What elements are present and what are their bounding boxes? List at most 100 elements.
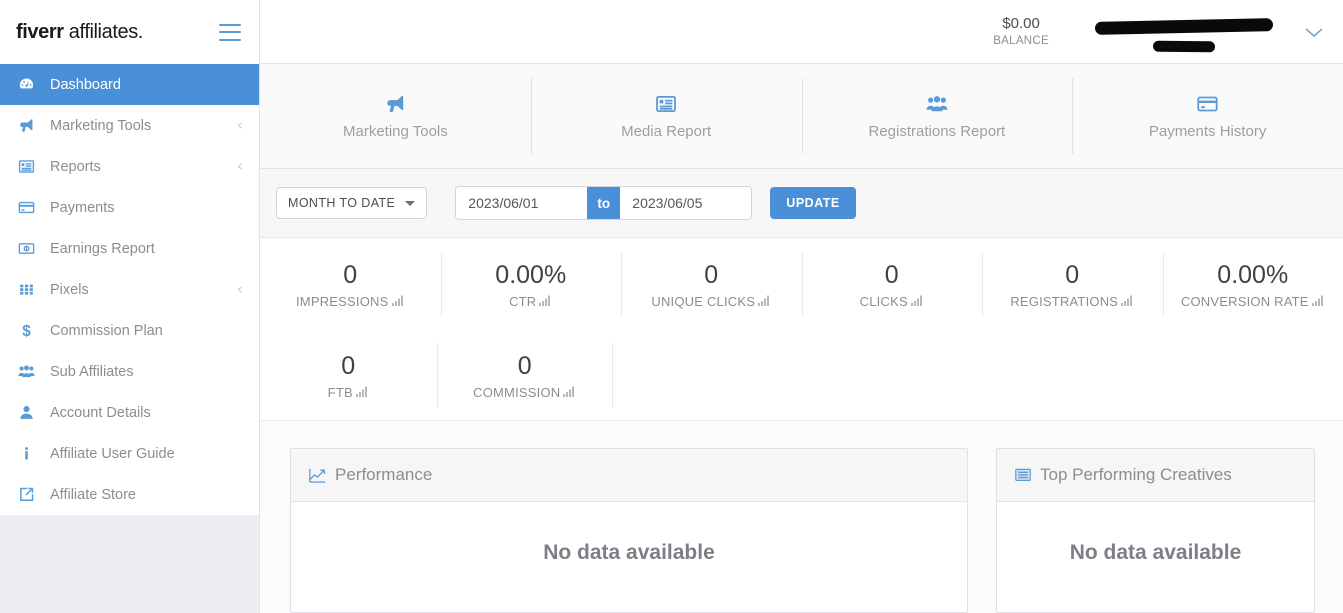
- hamburger-bar: [219, 31, 241, 33]
- kpi-unique-clicks[interactable]: 0 UNIQUE CLICKS: [621, 238, 802, 329]
- sidebar-item-marketing-tools[interactable]: Marketing Tools ‹: [0, 105, 259, 146]
- external-link-icon: [18, 486, 44, 503]
- sidebar-item-sub-affiliates[interactable]: Sub Affiliates: [0, 351, 259, 392]
- sidebar-item-label: Earnings Report: [50, 240, 155, 257]
- megaphone-icon: [18, 117, 44, 134]
- bar-chart-icon[interactable]: [355, 385, 369, 400]
- sidebar-item-label: Marketing Tools: [50, 117, 152, 134]
- report-list-icon: [654, 93, 678, 115]
- app-root: fiverr affiliates. Dashboard Marketing T…: [0, 0, 1343, 613]
- chevron-down-icon: [405, 200, 416, 206]
- balance-amount: $0.00: [1002, 15, 1040, 32]
- performance-panel-header: Performance: [291, 449, 967, 502]
- kpi-section: 0 IMPRESSIONS 0.00% CTR 0 UNIQUE CLICKS …: [260, 238, 1343, 420]
- megaphone-icon: [383, 93, 408, 115]
- bar-chart-icon[interactable]: [563, 385, 576, 400]
- tab-registrations-report[interactable]: Registrations Report: [801, 64, 1073, 168]
- chevron-left-icon: ‹: [237, 280, 243, 298]
- bar-chart-icon[interactable]: [1311, 294, 1325, 309]
- performance-panel-title: Performance: [335, 465, 433, 484]
- date-to-separator-label: to: [587, 187, 621, 219]
- dashboard-panels: Performance No data available Top Perfor…: [260, 420, 1343, 613]
- sidebar-item-label: Payments: [50, 199, 115, 216]
- sidebar-item-commission-plan[interactable]: $ Commission Plan: [0, 310, 259, 351]
- hamburger-bar: [219, 38, 241, 41]
- kpi-value: 0: [517, 352, 532, 380]
- sidebar-item-reports[interactable]: Reports ‹: [0, 146, 259, 187]
- kpi-label-text: FTB: [327, 385, 353, 400]
- redacted-account-name: [1094, 17, 1274, 35]
- range-preset-select[interactable]: MONTH TO DATE: [276, 187, 428, 219]
- sidebar-item-label: Sub Affiliates: [50, 363, 134, 380]
- sidebar-filler: [0, 515, 259, 613]
- tab-marketing-tools[interactable]: Marketing Tools: [260, 64, 531, 168]
- date-from-input[interactable]: [456, 187, 588, 219]
- top-bar: $0.00 BALANCE: [260, 0, 1343, 64]
- sidebar-item-pixels[interactable]: Pixels ‹: [0, 269, 259, 310]
- tab-label: Marketing Tools: [342, 122, 448, 140]
- tab-payments-history[interactable]: Payments History: [1072, 64, 1343, 168]
- kpi-ftb[interactable]: 0 FTB: [260, 329, 437, 420]
- user-icon: [18, 404, 44, 421]
- performance-panel-body: No data available: [291, 502, 967, 612]
- range-preset-value: MONTH TO DATE: [288, 196, 396, 210]
- kpi-row-primary: 0 IMPRESSIONS 0.00% CTR 0 UNIQUE CLICKS …: [260, 238, 1343, 329]
- account-menu[interactable]: [1094, 8, 1295, 56]
- performance-panel: Performance No data available: [290, 448, 968, 613]
- kpi-value: 0: [343, 261, 358, 289]
- sidebar-item-dashboard[interactable]: Dashboard: [0, 64, 259, 105]
- sidebar-item-account-details[interactable]: Account Details: [0, 392, 259, 433]
- top-creatives-panel-header: Top Performing Creatives: [997, 449, 1314, 502]
- kpi-registrations[interactable]: 0 REGISTRATIONS: [982, 238, 1163, 329]
- report-list-icon: [18, 158, 44, 175]
- kpi-label: CTR: [509, 294, 552, 309]
- kpi-label-text: CTR: [509, 294, 537, 309]
- bar-chart-icon[interactable]: [758, 294, 771, 309]
- kpi-clicks[interactable]: 0 CLICKS: [801, 238, 983, 329]
- redacted-account-id: [1152, 40, 1216, 52]
- quick-nav-tabs: Marketing Tools Media Report Registratio…: [260, 64, 1343, 169]
- sidebar-item-label: Affiliate User Guide: [50, 445, 175, 462]
- date-to-input[interactable]: [620, 187, 752, 219]
- kpi-label-text: CONVERSION RATE: [1180, 294, 1309, 309]
- kpi-conversion-rate[interactable]: 0.00% CONVERSION RATE: [1162, 238, 1343, 329]
- update-button[interactable]: UPDATE: [770, 187, 856, 219]
- kpi-impressions[interactable]: 0 IMPRESSIONS: [260, 238, 441, 329]
- chevron-left-icon: ‹: [237, 116, 243, 134]
- users-group-icon: [924, 93, 950, 115]
- bar-chart-icon[interactable]: [391, 294, 405, 309]
- tab-media-report[interactable]: Media Report: [530, 64, 802, 168]
- grid-dots-icon: [18, 281, 44, 298]
- sidebar: fiverr affiliates. Dashboard Marketing T…: [0, 0, 260, 613]
- top-creatives-panel-body: No data available: [997, 502, 1314, 612]
- tab-label: Media Report: [621, 122, 712, 140]
- balance-widget[interactable]: $0.00 BALANCE: [993, 14, 1049, 49]
- logo-bold-part: fiverr: [16, 20, 64, 43]
- kpi-label-text: UNIQUE CLICKS: [651, 294, 756, 309]
- sidebar-item-label: Dashboard: [50, 76, 121, 93]
- kpi-ctr[interactable]: 0.00% CTR: [440, 238, 622, 329]
- logo-fiverr-affiliates[interactable]: fiverr affiliates.: [16, 21, 143, 44]
- sidebar-nav: Dashboard Marketing Tools ‹ Reports ‹ Pa…: [0, 64, 259, 515]
- kpi-value: 0.00%: [495, 261, 567, 289]
- bar-chart-icon[interactable]: [539, 294, 552, 309]
- kpi-value: 0: [704, 261, 719, 289]
- date-filter-bar: MONTH TO DATE to UPDATE: [260, 169, 1343, 238]
- chevron-left-icon: ‹: [237, 157, 243, 175]
- top-creatives-panel: Top Performing Creatives No data availab…: [996, 448, 1315, 613]
- kpi-label: CONVERSION RATE: [1181, 294, 1325, 309]
- hamburger-menu-icon[interactable]: [219, 23, 241, 41]
- sidebar-item-affiliate-store[interactable]: Affiliate Store: [0, 474, 259, 515]
- balance-caption: BALANCE: [993, 35, 1049, 47]
- bar-chart-icon[interactable]: [910, 294, 924, 309]
- chevron-down-icon[interactable]: [1303, 22, 1325, 42]
- sidebar-item-label: Account Details: [50, 404, 151, 421]
- logo-light-part: affiliates.: [63, 20, 144, 43]
- tab-label: Registrations Report: [868, 122, 1006, 140]
- sidebar-item-label: Reports: [50, 158, 101, 175]
- sidebar-item-payments[interactable]: Payments: [0, 187, 259, 228]
- kpi-commission[interactable]: 0 COMMISSION: [436, 329, 614, 420]
- bar-chart-icon[interactable]: [1121, 294, 1134, 309]
- sidebar-item-earnings-report[interactable]: Earnings Report: [0, 228, 259, 269]
- sidebar-item-affiliate-user-guide[interactable]: Affiliate User Guide: [0, 433, 259, 474]
